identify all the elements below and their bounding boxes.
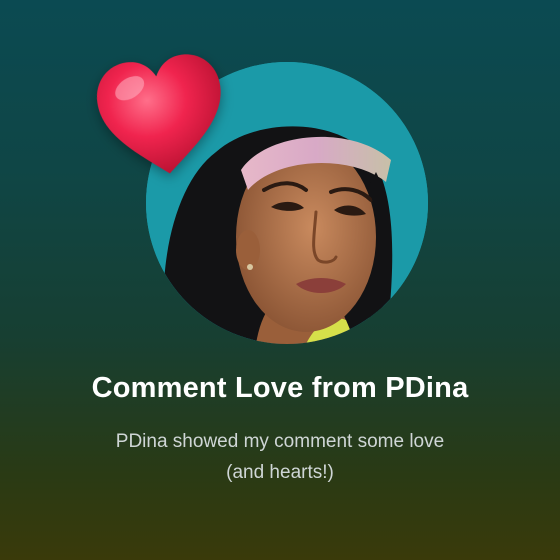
subtitle-line-1: PDina showed my comment some love bbox=[115, 431, 445, 452]
page-title: Comment Love from PDina bbox=[91, 372, 469, 404]
comment-love-card: Comment Love from PDina PDina showed my … bbox=[0, 0, 560, 560]
subtitle: PDina showed my comment some love (and h… bbox=[40, 426, 520, 488]
subtitle-line-2: (and hearts!) bbox=[226, 462, 334, 483]
heart-icon bbox=[97, 54, 221, 174]
